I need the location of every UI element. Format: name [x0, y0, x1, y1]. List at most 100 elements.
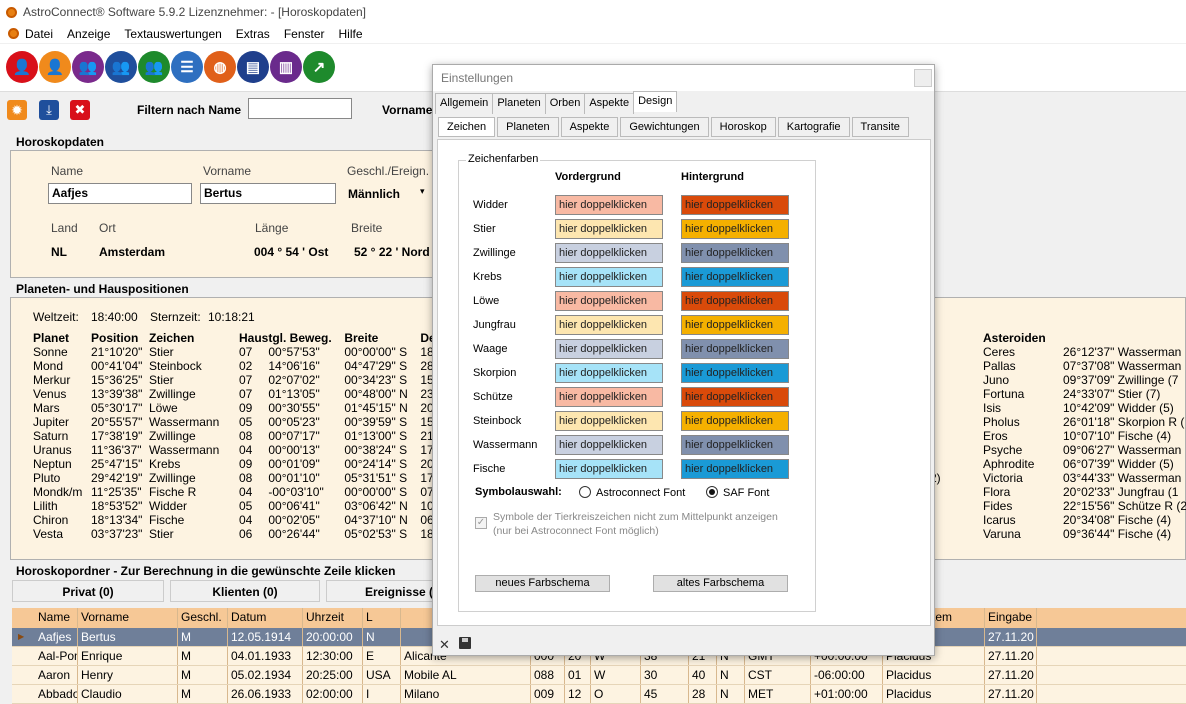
background-color-box[interactable]: hier doppelklicken [681, 195, 789, 215]
foreground-color-box[interactable]: hier doppelklicken [555, 339, 663, 359]
table-row: Mondk/m 11°25'35" Fische R 04 -00°03'10" 00°0… [33, 485, 440, 499]
foreground-color-box[interactable]: hier doppelklicken [555, 219, 663, 239]
download-icon[interactable]: ⤓ [39, 100, 59, 120]
radio-astroconnect[interactable]: Astroconnect Font [579, 486, 685, 499]
pos-cell: Fische [149, 513, 185, 527]
menu-anzeige[interactable]: Anzeige [67, 27, 110, 41]
background-color-box[interactable]: hier doppelklicken [681, 387, 789, 407]
pos-cell: 07 [239, 387, 253, 401]
grid-cell: Mobile AL [401, 666, 531, 684]
settings-gear-icon[interactable]: ✹ [7, 100, 27, 120]
column-header[interactable]: Name [12, 608, 78, 628]
sign-name: Löwe [473, 295, 500, 307]
card-icon[interactable]: ▤ [237, 51, 269, 83]
save-icon[interactable] [459, 637, 471, 649]
symbol-center-checkbox[interactable]: ✓ [475, 517, 487, 529]
foreground-color-box[interactable]: hier doppelklicken [555, 387, 663, 407]
pos-cell: Mondk/m [33, 485, 83, 499]
persons-purple-icon[interactable]: 👥 [72, 51, 104, 83]
background-color-box[interactable]: hier doppelklicken [681, 219, 789, 239]
foreground-color-box[interactable]: hier doppelklicken [555, 243, 663, 263]
foreground-color-box[interactable]: hier doppelklicken [555, 363, 663, 383]
radio-selected-icon[interactable] [706, 486, 718, 498]
column-header[interactable]: Datum [228, 608, 303, 628]
tab-orben[interactable]: Orben [544, 93, 586, 114]
tab-klienten[interactable]: Klienten (0) [170, 580, 320, 602]
table-row[interactable]: Aaron Henry M 05.02.1934 20:25:00 USA Mobile A… [12, 666, 1186, 685]
book-icon[interactable]: ▥ [270, 51, 302, 83]
column-header[interactable]: Geschl. [178, 608, 228, 628]
filter-name-input[interactable] [248, 98, 352, 119]
column-header[interactable]: Vorname [78, 608, 178, 628]
tab-design[interactable]: Design [633, 91, 678, 112]
vorname-field[interactable]: Bertus [200, 183, 336, 204]
tab-planeten[interactable]: Planeten [492, 93, 546, 114]
subtab-gewichtungen[interactable]: Gewichtungen [620, 117, 709, 137]
table-row[interactable]: Abbado Claudio M 26.06.1933 02:00:00 I Milano 0… [12, 685, 1186, 704]
grid-cell: I [363, 685, 401, 703]
background-color-box[interactable]: hier doppelklicken [681, 459, 789, 479]
background-color-box[interactable]: hier doppelklicken [681, 363, 789, 383]
foreground-color-box[interactable]: hier doppelklicken [555, 315, 663, 335]
persons-blue-icon[interactable]: 👥 [105, 51, 137, 83]
asteroid-value: 10°07'10" Fische (4) [1063, 429, 1172, 443]
trash-icon[interactable]: ✖ [70, 100, 90, 120]
menu-textauswertungen[interactable]: Textauswertungen [124, 27, 221, 41]
subtab-transite[interactable]: Transite [851, 117, 909, 137]
pos-cell: Venus [33, 387, 67, 401]
column-header[interactable]: L [363, 608, 401, 628]
pos-cell: 14°06'16" [268, 359, 320, 373]
tab-ereignisse[interactable]: Ereignisse ( [326, 580, 436, 602]
background-color-box[interactable]: hier doppelklicken [681, 339, 789, 359]
menu-datei[interactable]: Datei [25, 27, 53, 41]
pos-cell: 00°01'09" [268, 457, 320, 471]
background-color-box[interactable]: hier doppelklicken [681, 267, 789, 287]
subtab-zeichen[interactable]: Zeichen [438, 117, 496, 137]
name-field[interactable]: Aafjes [48, 183, 192, 204]
column-header[interactable]: Eingabe [985, 608, 1037, 628]
menu-extras[interactable]: Extras [236, 27, 270, 41]
globe-icon[interactable]: ◍ [204, 51, 236, 83]
close-x-icon[interactable]: ✕ [439, 637, 450, 653]
sign-name: Zwillinge [473, 247, 516, 259]
subtab-horoskop[interactable]: Horoskop [710, 117, 776, 137]
chart-icon[interactable]: ↗ [303, 51, 335, 83]
foreground-color-box[interactable]: hier doppelklicken [555, 411, 663, 431]
grid-cell: N [363, 628, 401, 646]
new-color-scheme-button[interactable]: neues Farbschema [475, 575, 610, 592]
background-color-box[interactable]: hier doppelklicken [681, 315, 789, 335]
background-color-box[interactable]: hier doppelklicken [681, 435, 789, 455]
asteroid-value: 07°37'08" Wasserman [1063, 359, 1182, 373]
old-color-scheme-button[interactable]: altes Farbschema [653, 575, 788, 592]
tab-privat[interactable]: Privat (0) [12, 580, 164, 602]
tab-aspekte[interactable]: Aspekte [584, 93, 635, 114]
pos-cell: Zwillinge [149, 387, 196, 401]
foreground-color-box[interactable]: hier doppelklicken [555, 435, 663, 455]
chevron-down-icon[interactable]: ▾ [420, 186, 425, 197]
background-color-box[interactable]: hier doppelklicken [681, 243, 789, 263]
person-orange-icon[interactable]: 👤 [39, 51, 71, 83]
person-red-icon[interactable]: 👤 [6, 51, 38, 83]
persons-green-icon[interactable]: 👥 [138, 51, 170, 83]
list-icon[interactable]: ☰ [171, 51, 203, 83]
menu-fenster[interactable]: Fenster [284, 27, 325, 41]
foreground-color-box[interactable]: hier doppelklicken [555, 267, 663, 287]
foreground-color-box[interactable]: hier doppelklicken [555, 195, 663, 215]
dialog-close-button[interactable] [914, 69, 932, 87]
column-header[interactable]: Uhrzeit [303, 608, 363, 628]
grid-cell: Abbado [12, 685, 78, 703]
background-color-box[interactable]: hier doppelklicken [681, 411, 789, 431]
radio-saf[interactable]: SAF Font [706, 486, 769, 499]
subtab-planeten[interactable]: Planeten [497, 117, 559, 137]
subtab-aspekte[interactable]: Aspekte [560, 117, 619, 137]
pos-cell: 00°00'00" S [344, 485, 408, 499]
app-menu-icon[interactable] [8, 28, 19, 39]
subtab-kartografie[interactable]: Kartografie [777, 117, 850, 137]
radio-icon[interactable] [579, 486, 591, 498]
foreground-color-box[interactable]: hier doppelklicken [555, 291, 663, 311]
menu-hilfe[interactable]: Hilfe [339, 27, 363, 41]
background-color-box[interactable]: hier doppelklicken [681, 291, 789, 311]
foreground-color-box[interactable]: hier doppelklicken [555, 459, 663, 479]
tab-allgemein[interactable]: Allgemein [435, 93, 494, 114]
geschl-select[interactable]: Männlich [348, 187, 400, 201]
